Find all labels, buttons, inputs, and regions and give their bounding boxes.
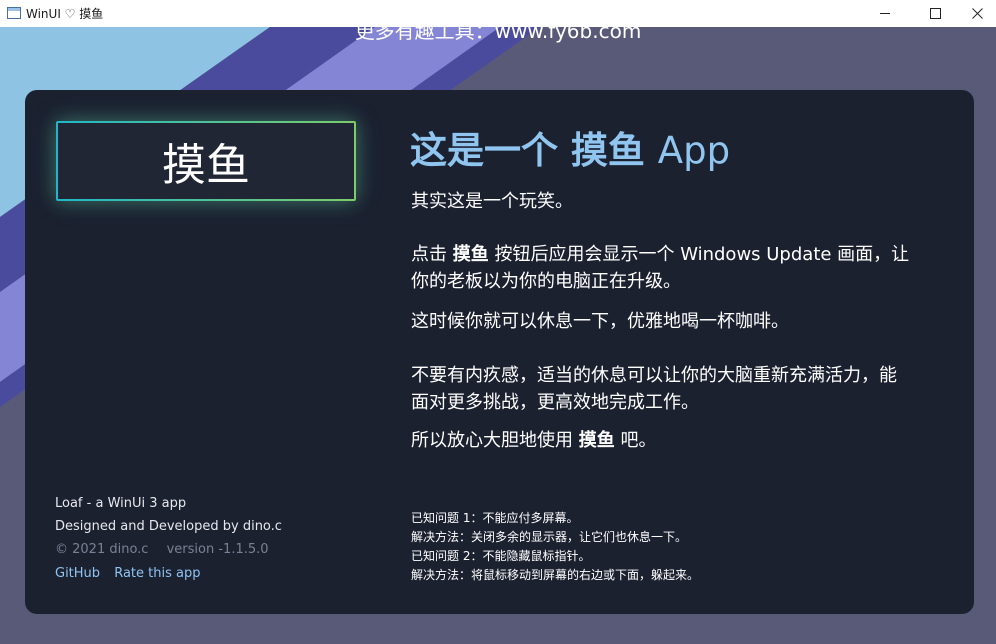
rate-app-link[interactable]: Rate this app xyxy=(114,566,200,581)
guilt-text-b: 面对更多挑战，更高效地完成工作。 xyxy=(411,392,699,413)
explain-text-a: 点击 xyxy=(411,244,447,265)
title-prefix: 这是一个 xyxy=(410,129,558,172)
issue-line: 解决方法：关闭多余的显示器，让它们也休息一下。 xyxy=(411,530,688,544)
maximize-button[interactable] xyxy=(912,0,958,27)
close-icon xyxy=(971,8,983,19)
page-title: 这是一个 摸鱼 App xyxy=(410,120,730,174)
issue-line: 解决方法：将鼠标移动到屏幕的右边或下面，躲起来。 xyxy=(411,568,700,582)
issue-line: 已知问题 2：不能隐藏鼠标指针。 xyxy=(411,549,591,563)
title-bold-word: 摸鱼 xyxy=(570,129,645,172)
maximize-icon xyxy=(929,8,941,19)
app-name-label: Loaf - a WinUi 3 app xyxy=(55,496,187,511)
close-button[interactable] xyxy=(954,0,996,27)
title-suffix: App xyxy=(657,129,731,172)
closing-text-a: 所以放心大胆地使用 xyxy=(411,430,573,451)
guilt-text-a: 不要有内疚感，适当的休息可以让你的大脑重新充满活力，能 xyxy=(411,365,897,386)
closing-paragraph: 所以放心大胆地使用 摸鱼 吧。 xyxy=(411,427,947,454)
explain-bold-word: 摸鱼 xyxy=(452,244,489,265)
links-row: GitHub Rate this app xyxy=(55,566,210,581)
github-link[interactable]: GitHub xyxy=(55,566,100,581)
title-bar[interactable]: WinUI ♡ 摸鱼 xyxy=(0,0,996,27)
intro-paragraph: 其实这是一个玩笑。 xyxy=(411,191,573,212)
version-label: version -1.1.5.0 xyxy=(166,542,269,557)
copyright-label: © 2021 dino.c xyxy=(55,542,149,557)
closing-bold-word: 摸鱼 xyxy=(578,430,615,451)
minimize-button[interactable] xyxy=(862,0,908,27)
minimize-icon xyxy=(880,13,890,14)
explain-paragraph: 点击 摸鱼 按钮后应用会显示一个 Windows Update 画面，让 你的老… xyxy=(411,241,947,295)
known-issues-list: 已知问题 1：不能应付多屏幕。 解决方法：关闭多余的显示器，让它们也休息一下。 … xyxy=(411,509,699,585)
designer-label: Designed and Developed by dino.c xyxy=(55,519,282,534)
app-window-icon xyxy=(7,7,21,19)
copyright-row: © 2021 dino.c version -1.1.5.0 xyxy=(55,542,283,557)
explain-text-b: 按钮后应用会显示一个 Windows Update 画面，让 xyxy=(494,244,910,265)
issue-line: 已知问题 1：不能应付多屏幕。 xyxy=(411,511,579,525)
guilt-paragraph: 不要有内疚感，适当的休息可以让你的大脑重新充满活力，能 面对更多挑战，更高效地完… xyxy=(411,362,947,416)
main-card: 摸鱼 这是一个 摸鱼 App 其实这是一个玩笑。 点击 摸鱼 按钮后应用会显示一… xyxy=(25,90,974,614)
app-window: WinUI ♡ 摸鱼 更多有趣工具：www.fy6b.com 摸鱼 这是一个 摸… xyxy=(0,0,996,644)
window-title: WinUI ♡ 摸鱼 xyxy=(26,7,104,21)
moyu-button[interactable]: 摸鱼 xyxy=(56,121,356,201)
explain-text-c: 你的老板以为你的电脑正在升级。 xyxy=(411,271,681,292)
rest-paragraph: 这时候你就可以休息一下，优雅地喝一杯咖啡。 xyxy=(411,311,789,332)
closing-text-b: 吧。 xyxy=(620,430,657,451)
